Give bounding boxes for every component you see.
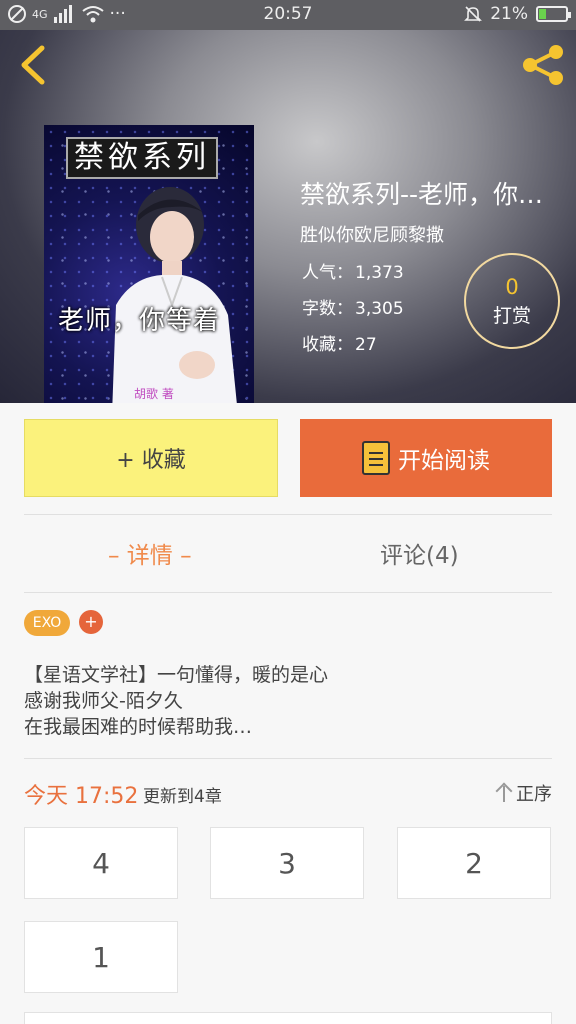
chapter-item[interactable]: 3: [210, 827, 364, 899]
description-line: 感谢我师父-陌夕久: [24, 690, 183, 712]
divider: [24, 592, 552, 593]
tag-exo[interactable]: EXO: [24, 610, 70, 636]
words-value: 3,305: [355, 299, 404, 319]
battery-percent: 21%: [490, 4, 528, 24]
cover-title: 禁欲系列: [66, 137, 218, 179]
add-tag-button[interactable]: +: [79, 610, 103, 634]
chapter-item[interactable]: 1: [24, 921, 178, 993]
book-header: 禁欲系列 老师，你等着 胡歌 著 禁欲系列--老师，你等着 胜似你欧尼顾黎撒 人…: [0, 30, 576, 403]
description-line: 【星语文学社】一句懂得，暖的是心: [24, 664, 329, 686]
tip-button[interactable]: 0 打赏: [464, 253, 560, 349]
cover-author-mark: 胡歌 著: [134, 387, 174, 401]
bottom-panel: [24, 1012, 552, 1024]
book-author[interactable]: 胜似你欧尼顾黎撒: [300, 221, 562, 247]
update-text: 更新到4章: [143, 787, 222, 807]
share-icon[interactable]: [520, 44, 566, 86]
favorites-value: 27: [355, 335, 377, 355]
cover-person-image: [112, 187, 237, 403]
battery-icon: [536, 6, 571, 22]
chapter-item[interactable]: 4: [24, 827, 178, 899]
divider: [24, 514, 552, 515]
tip-label: 打赏: [492, 305, 531, 327]
words-label: 字数：: [302, 299, 353, 319]
tab-comments[interactable]: 评论(4): [380, 536, 459, 570]
arrow-up-icon: [496, 783, 512, 803]
mute-bell-icon: [464, 6, 483, 22]
back-chevron-icon[interactable]: [14, 42, 54, 88]
sort-order-button[interactable]: 正序: [496, 780, 552, 806]
popularity-value: 1,373: [355, 263, 404, 283]
book-icon: [362, 441, 390, 475]
book-title: 禁欲系列--老师，你等着: [300, 180, 558, 209]
description-line: 在我最困难的时候帮助我…: [24, 716, 253, 738]
favorites-label: 收藏：: [302, 335, 353, 355]
update-time: 今天 17:52: [24, 784, 139, 809]
add-to-collection-button[interactable]: + 收藏: [24, 419, 278, 497]
book-cover[interactable]: 禁欲系列 老师，你等着 胡歌 著: [44, 125, 254, 403]
start-reading-label: 开始阅读: [398, 448, 490, 474]
tip-count: 0: [505, 275, 519, 299]
book-description[interactable]: 【星语文学社】一句懂得，暖的是心 感谢我师父-陌夕久 在我最困难的时候帮助我…: [24, 662, 552, 740]
chapter-item[interactable]: 2: [397, 827, 551, 899]
cover-subtitle: 老师，你等着: [58, 306, 221, 336]
status-right: 21%: [464, 4, 571, 24]
start-reading-button[interactable]: 开始阅读: [300, 419, 552, 497]
sort-label: 正序: [516, 784, 552, 805]
divider: [24, 758, 552, 759]
popularity-label: 人气：: [302, 263, 353, 283]
status-bar: 4G ··· 20:57 21%: [0, 0, 576, 30]
tab-details[interactable]: – 详情 –: [108, 536, 192, 570]
